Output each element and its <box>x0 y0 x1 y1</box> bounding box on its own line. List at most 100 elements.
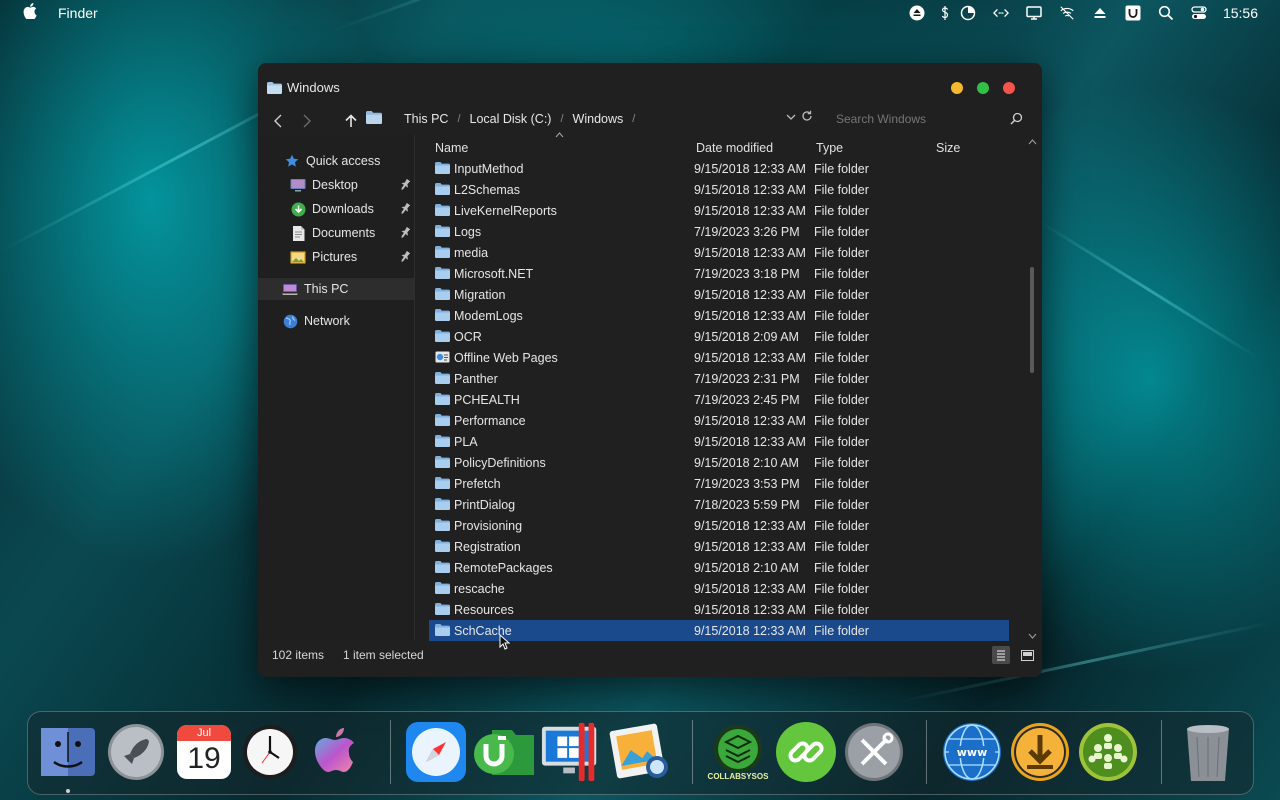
active-app-name[interactable]: Finder <box>58 5 98 21</box>
sidebar-item-downloads[interactable]: Downloads <box>258 198 414 220</box>
details-view-button[interactable] <box>992 646 1010 664</box>
dock-finder-icon[interactable] <box>36 720 100 784</box>
dock-utorrent-icon[interactable] <box>472 720 536 784</box>
wifi-off-icon[interactable] <box>1058 5 1076 21</box>
status-bar: 102 items 1 item selected <box>258 643 1042 667</box>
pin-icon[interactable] <box>400 178 411 191</box>
search-input[interactable] <box>836 110 1026 128</box>
row-date: 9/15/2018 12:33 AM <box>694 581 806 596</box>
dollar-icon[interactable] <box>941 5 949 21</box>
column-header-size[interactable]: Size <box>936 141 960 155</box>
code-arrows-icon[interactable] <box>992 5 1010 21</box>
row-date: 9/15/2018 12:33 AM <box>694 308 806 323</box>
dock-users-group-icon[interactable] <box>1076 720 1140 784</box>
dock-parallels-icon[interactable] <box>540 720 604 784</box>
eject-circle-icon[interactable] <box>908 5 926 21</box>
apple-menu-icon[interactable] <box>22 3 38 23</box>
breadcrumb-windows[interactable]: Windows <box>573 112 624 126</box>
dock-collabsysos-icon[interactable]: COLLABSYSOS <box>706 720 770 784</box>
dock-trash-icon[interactable] <box>1176 720 1240 784</box>
up-button[interactable] <box>341 111 361 131</box>
column-header-name[interactable]: Name <box>435 141 468 155</box>
table-row[interactable]: L2Schemas 9/15/2018 12:33 AM File folder <box>429 179 1009 200</box>
table-row[interactable]: LiveKernelReports 9/15/2018 12:33 AM File … <box>429 200 1009 221</box>
dock-link-icon[interactable] <box>774 720 838 784</box>
dock-safari-icon[interactable] <box>404 720 468 784</box>
u-badge-icon[interactable] <box>1124 5 1142 21</box>
table-row[interactable]: Prefetch 7/19/2023 3:53 PM File folder <box>429 473 1009 494</box>
vertical-scrollbar[interactable] <box>1029 135 1042 640</box>
folder-icon <box>435 561 450 573</box>
desktop-icon <box>290 177 306 193</box>
row-type: File folder <box>814 623 869 638</box>
dock-system-tools-icon[interactable] <box>842 720 906 784</box>
row-type: File folder <box>814 560 869 575</box>
back-button[interactable] <box>268 111 288 131</box>
breadcrumb-this-pc[interactable]: This PC <box>404 112 448 126</box>
table-row[interactable]: rescache 9/15/2018 12:33 AM File folder <box>429 578 1009 599</box>
dock-www-browser-icon[interactable]: www <box>940 720 1004 784</box>
sidebar-item-quick-access[interactable]: Quick access <box>258 150 414 172</box>
table-row[interactable]: Panther 7/19/2023 2:31 PM File folder <box>429 368 1009 389</box>
dock-launchpad-icon[interactable] <box>104 720 168 784</box>
sidebar-item-this-pc[interactable]: This PC <box>258 278 414 300</box>
table-row[interactable]: Microsoft.NET 7/19/2023 3:18 PM File folde… <box>429 263 1009 284</box>
column-header-date[interactable]: Date modified <box>696 141 773 155</box>
pin-icon[interactable] <box>400 226 411 239</box>
column-header-type[interactable]: Type <box>816 141 843 155</box>
table-row[interactable]: Performance 9/15/2018 12:33 AM File folder <box>429 410 1009 431</box>
large-icons-view-button[interactable] <box>1018 646 1036 664</box>
dock-clock-icon[interactable] <box>238 720 302 784</box>
table-row[interactable]: PrintDialog 7/18/2023 5:59 PM File folder <box>429 494 1009 515</box>
window-titlebar[interactable]: Windows <box>258 63 1042 111</box>
table-row[interactable]: InputMethod 9/15/2018 12:33 AM File folder <box>429 158 1009 179</box>
display-icon[interactable] <box>1025 5 1043 21</box>
row-type: File folder <box>814 455 869 470</box>
sidebar-item-pictures[interactable]: Pictures <box>258 246 414 268</box>
close-button[interactable] <box>1003 82 1015 94</box>
table-row[interactable]: RemotePackages 9/15/2018 2:10 AM File fold… <box>429 557 1009 578</box>
dock-apple-music-icon[interactable] <box>304 720 368 784</box>
menubar-clock[interactable]: 15:56 <box>1223 5 1258 21</box>
dock-calendar-icon[interactable]: Jul 19 <box>172 720 236 784</box>
table-row[interactable]: Registration 9/15/2018 12:33 AM File folde… <box>429 536 1009 557</box>
table-row[interactable]: PolicyDefinitions 9/15/2018 2:10 AM File f… <box>429 452 1009 473</box>
spotlight-search-icon[interactable] <box>1157 5 1175 21</box>
table-row[interactable]: Provisioning 9/15/2018 12:33 AM File folde… <box>429 515 1009 536</box>
dock-downloader-icon[interactable] <box>1008 720 1072 784</box>
sidebar-item-documents[interactable]: Documents <box>258 222 414 244</box>
table-row[interactable]: Offline Web Pages 9/15/2018 12:33 AM File … <box>429 347 1009 368</box>
table-row[interactable]: Logs 7/19/2023 3:26 PM File folder <box>429 221 1009 242</box>
dock-preview-icon[interactable] <box>608 720 672 784</box>
table-row[interactable]: PCHEALTH 7/19/2023 2:45 PM File folder <box>429 389 1009 410</box>
refresh-button[interactable] <box>801 110 813 125</box>
table-row[interactable]: SchCache 9/15/2018 12:33 AM File folder <box>429 620 1009 641</box>
pin-icon[interactable] <box>400 202 411 215</box>
table-row[interactable]: Resources 9/15/2018 12:33 AM File folder <box>429 599 1009 620</box>
folder-icon <box>435 540 450 552</box>
table-row[interactable]: OCR 9/15/2018 2:09 AM File folder <box>429 326 1009 347</box>
table-row[interactable]: PLA 9/15/2018 12:33 AM File folder <box>429 431 1009 452</box>
breadcrumb-local-disk[interactable]: Local Disk (C:) <box>470 112 552 126</box>
row-date: 7/19/2023 3:18 PM <box>694 266 800 281</box>
minimize-button[interactable] <box>951 82 963 94</box>
forward-button[interactable] <box>297 111 317 131</box>
table-row[interactable]: ModemLogs 9/15/2018 12:33 AM File folder <box>429 305 1009 326</box>
eject-icon[interactable] <box>1091 5 1109 21</box>
pie-chart-icon[interactable] <box>959 5 977 21</box>
row-date: 7/19/2023 2:31 PM <box>694 371 800 386</box>
maximize-button[interactable] <box>977 82 989 94</box>
table-row[interactable]: Migration 9/15/2018 12:33 AM File folder <box>429 284 1009 305</box>
control-center-icon[interactable] <box>1190 5 1208 21</box>
scroll-up-arrow-icon[interactable] <box>1028 137 1037 147</box>
table-row[interactable]: media 9/15/2018 12:33 AM File folder <box>429 242 1009 263</box>
pin-icon[interactable] <box>400 250 411 263</box>
scroll-down-arrow-icon[interactable] <box>1028 631 1037 641</box>
row-name: ModemLogs <box>454 308 523 323</box>
sidebar-item-desktop[interactable]: Desktop <box>258 174 414 196</box>
sidebar-item-network[interactable]: Network <box>258 310 414 332</box>
address-dropdown-button[interactable] <box>786 112 796 124</box>
search-icon[interactable] <box>1010 112 1023 125</box>
scrollbar-thumb[interactable] <box>1030 267 1034 373</box>
folder-icon <box>435 414 450 426</box>
